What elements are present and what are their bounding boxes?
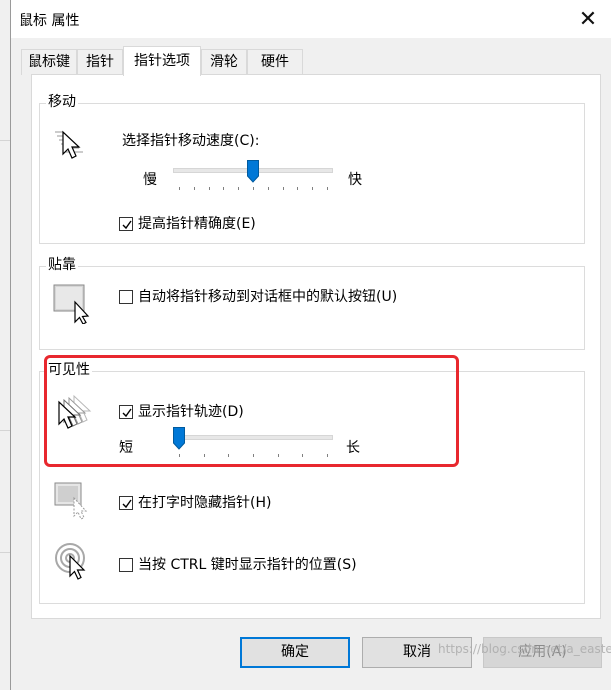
tab-wheel[interactable]: 滑轮	[201, 49, 247, 75]
snap-label: 自动将指针移动到对话框中的默认按钮(U)	[138, 289, 398, 305]
hide-while-typing-checkbox[interactable]	[119, 496, 133, 510]
slider-tick	[179, 454, 180, 457]
slider-tick	[253, 454, 254, 457]
mouse-properties-dialog: 鼠标 属性 ✕ 鼠标键 指针 指针选项 滑轮 硬件 移动 选择指针移动速度(C)…	[10, 0, 611, 690]
slider-tick	[277, 454, 279, 457]
pointer-trails-checkbox[interactable]	[119, 405, 133, 419]
slider-tick	[297, 187, 299, 190]
slider-tick	[208, 187, 210, 190]
snap-group: 贴靠 自动将指针移动到对话框中的默认按钮(U)	[39, 256, 585, 350]
pointer-speed-icon	[55, 130, 83, 159]
ctrl-locate-checkbox[interactable]	[119, 558, 133, 572]
ok-button[interactable]: 确定	[240, 637, 350, 668]
slider-tick	[179, 187, 180, 190]
speed-slow-label: 慢	[143, 172, 157, 188]
close-button[interactable]: ✕	[565, 0, 611, 38]
slider-tick	[312, 187, 314, 190]
slider-tick	[193, 187, 195, 190]
pointer-trails-icon	[58, 394, 92, 429]
precision-checkbox[interactable]	[119, 217, 133, 231]
hide-pointer-typing-icon	[54, 482, 88, 520]
pointer-trails-label: 显示指针轨迹(D)	[138, 404, 244, 420]
snap-group-title: 贴靠	[46, 256, 78, 274]
show-pointer-location-icon	[55, 543, 86, 580]
slider-tick	[228, 454, 230, 457]
window-title: 鼠标 属性	[19, 13, 80, 29]
slider-tick	[223, 187, 225, 190]
tab-buttons[interactable]: 鼠标键	[21, 49, 77, 75]
slider-tick	[302, 454, 304, 457]
motion-group: 移动 选择指针移动速度(C): 慢 快 提高指针精确度(E)	[39, 93, 585, 244]
visibility-group-title: 可见性	[46, 361, 92, 379]
checkmark-icon	[122, 220, 132, 230]
trail-length-slider-track[interactable]	[173, 435, 333, 440]
hide-while-typing-label: 在打字时隐藏指针(H)	[138, 495, 272, 511]
watermark-text: https://blog.csdn.net/a_eastern	[438, 642, 611, 656]
trail-length-slider-thumb[interactable]	[173, 427, 185, 450]
close-icon: ✕	[578, 6, 598, 32]
motion-group-title: 移动	[46, 93, 78, 111]
slider-tick	[253, 187, 254, 190]
slider-tick	[238, 187, 240, 190]
slider-tick	[267, 187, 269, 190]
slider-tick	[282, 187, 284, 190]
pointer-speed-slider-thumb[interactable]	[247, 160, 259, 183]
slider-tick	[327, 187, 328, 190]
tab-pointer-options[interactable]: 指针选项	[123, 46, 201, 76]
checkmark-icon	[122, 408, 132, 418]
pointer-options-page: 移动 选择指针移动速度(C): 慢 快 提高指针精确度(E) 贴靠 自动将指针移…	[31, 74, 601, 619]
speed-label: 选择指针移动速度(C):	[122, 133, 260, 149]
snap-to-button-icon	[53, 284, 90, 324]
ctrl-locate-label: 当按 CTRL 键时显示指针的位置(S)	[138, 557, 357, 573]
trails-long-label: 长	[346, 440, 360, 456]
slider-tick	[327, 454, 328, 457]
precision-label: 提高指针精确度(E)	[138, 216, 256, 232]
trails-short-label: 短	[119, 440, 133, 456]
tab-pointers[interactable]: 指针	[77, 49, 123, 75]
tab-hardware[interactable]: 硬件	[247, 49, 303, 75]
title-bar: 鼠标 属性 ✕	[11, 0, 611, 38]
visibility-group: 可见性 显示指针轨迹(D) 短 长 在打字时隐藏指针(H) 当按 CTRL 键时…	[39, 361, 585, 604]
speed-fast-label: 快	[348, 172, 362, 188]
slider-tick	[203, 454, 205, 457]
snap-checkbox[interactable]	[119, 290, 133, 304]
checkmark-icon	[122, 499, 132, 509]
